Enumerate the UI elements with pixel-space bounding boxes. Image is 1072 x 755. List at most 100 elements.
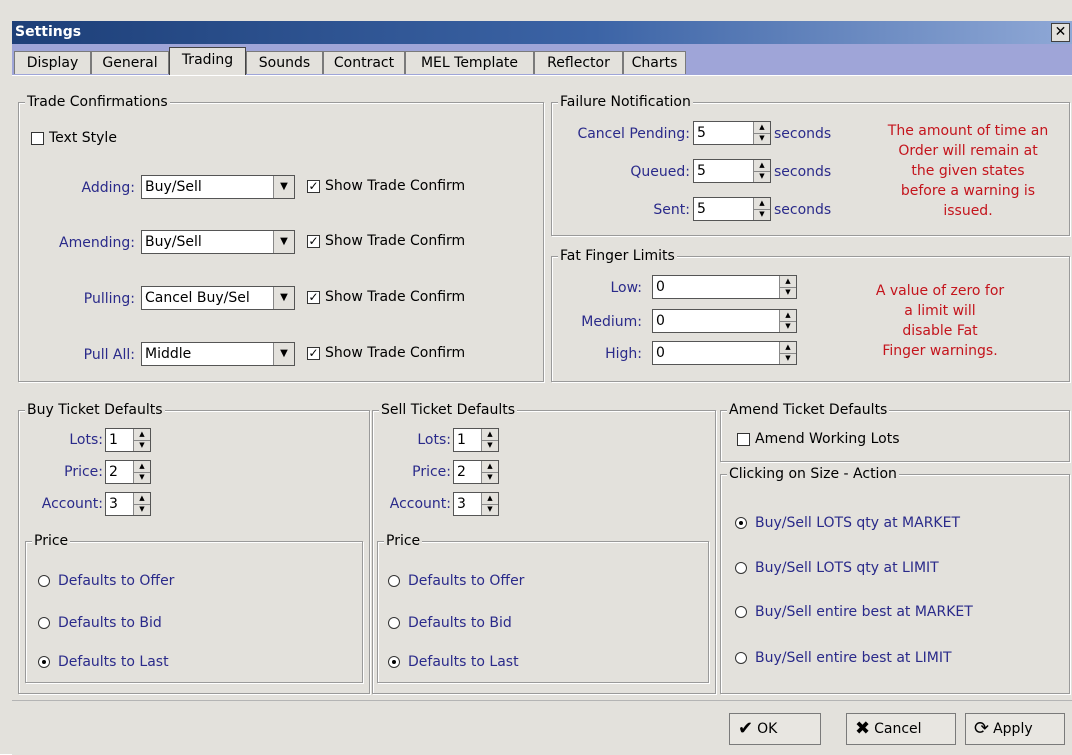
failure-note-line: Order will remain at: [898, 143, 1038, 159]
low-spinner[interactable]: 0 ▲ ▼: [652, 275, 797, 299]
sell-account-label: Account:: [389, 496, 451, 512]
tab-contract[interactable]: Contract: [323, 51, 405, 74]
apply-button[interactable]: ⟳ Apply: [965, 713, 1065, 745]
amending-select-value: Buy/Sell: [145, 234, 202, 250]
tab-display[interactable]: Display: [14, 51, 91, 74]
tab-sounds[interactable]: Sounds: [246, 51, 323, 74]
chevron-down-icon: ▼: [273, 231, 294, 253]
spin-down-icon[interactable]: ▼: [134, 472, 150, 483]
buy-price-label: Price:: [64, 464, 103, 480]
spin-down-icon[interactable]: ▼: [482, 472, 498, 483]
cancel-pending-label: Cancel Pending:: [577, 126, 690, 142]
amending-label: Amending:: [59, 235, 135, 251]
sent-unit: seconds: [774, 202, 832, 218]
amending-select[interactable]: Buy/Sell ▼: [141, 230, 295, 254]
spin-down-icon[interactable]: ▼: [754, 171, 770, 182]
buy-defaults-bid-radio[interactable]: [38, 617, 50, 629]
trading-tab-content: Trade Confirmations Text Style Adding: B…: [12, 75, 1072, 701]
ok-label: OK: [757, 721, 778, 737]
spin-down-icon[interactable]: ▼: [482, 504, 498, 515]
tab-reflector[interactable]: Reflector: [534, 51, 623, 74]
sell-price-spinner[interactable]: 2 ▲ ▼: [453, 460, 499, 484]
text-style-checkbox[interactable]: [31, 132, 44, 145]
buy-defaults-offer-label: Defaults to Offer: [58, 573, 175, 589]
pulling-select[interactable]: Cancel Buy/Sel ▼: [141, 286, 295, 310]
spin-down-icon[interactable]: ▼: [780, 321, 796, 332]
buy-defaults-offer-radio[interactable]: [38, 575, 50, 587]
spin-down-icon[interactable]: ▼: [780, 287, 796, 298]
check-icon: ✔: [738, 718, 754, 739]
adding-confirm-checkbox[interactable]: ✓: [307, 180, 320, 193]
buy-lots-spinner[interactable]: 1 ▲ ▼: [105, 428, 151, 452]
sell-account-value: 3: [457, 496, 466, 512]
apply-label: Apply: [993, 721, 1033, 737]
amend-ticket-title: Amend Ticket Defaults: [727, 402, 890, 418]
clicking-size-title: Clicking on Size - Action: [727, 466, 899, 482]
tab-mel-template[interactable]: MEL Template: [405, 51, 534, 74]
cancel-label: Cancel: [874, 721, 922, 737]
cancel-pending-value: 5: [697, 125, 706, 141]
sent-spinner[interactable]: 5 ▲ ▼: [693, 197, 771, 221]
spin-down-icon[interactable]: ▼: [754, 133, 770, 144]
cancel-pending-spinner[interactable]: 5 ▲ ▼: [693, 121, 771, 145]
fat-finger-note-line: Finger warnings.: [882, 343, 998, 359]
queued-label: Queued:: [630, 164, 690, 180]
medium-value: 0: [656, 313, 665, 329]
sell-defaults-offer-radio[interactable]: [388, 575, 400, 587]
fat-finger-group: Fat Finger Limits Low: 0 ▲ ▼ Medium: 0 ▲ ▼ H…: [551, 248, 1070, 382]
chevron-down-icon: ▼: [273, 176, 294, 198]
amend-working-lots-label: Amend Working Lots: [755, 431, 900, 447]
buy-price-group-title: Price: [32, 533, 71, 549]
sell-lots-spinner[interactable]: 1 ▲ ▼: [453, 428, 499, 452]
pull-all-select-value: Middle: [145, 346, 192, 362]
fat-finger-note: A value of zero for a limit will disable…: [840, 281, 1040, 361]
amend-working-lots-checkbox[interactable]: [737, 433, 750, 446]
buy-account-spinner[interactable]: 3 ▲ ▼: [105, 492, 151, 516]
buy-defaults-last-label: Defaults to Last: [58, 654, 169, 670]
best-market-radio[interactable]: [735, 606, 747, 618]
pull-all-label: Pull All:: [83, 347, 135, 363]
failure-note-line: before a warning is: [900, 183, 1036, 199]
tab-general[interactable]: General: [91, 51, 169, 74]
pull-all-select[interactable]: Middle ▼: [141, 342, 295, 366]
sell-defaults-last-radio[interactable]: [388, 656, 400, 668]
spin-down-icon[interactable]: ▼: [134, 504, 150, 515]
sell-price-group: Price Defaults to Offer Defaults to Bid …: [377, 533, 709, 683]
ok-button[interactable]: ✔ OK: [729, 713, 821, 745]
best-limit-radio[interactable]: [735, 652, 747, 664]
buy-ticket-group: Buy Ticket Defaults Lots: 1 ▲ ▼ Price: 2 ▲ ▼…: [18, 402, 370, 694]
spin-down-icon[interactable]: ▼: [482, 440, 498, 451]
spin-down-icon[interactable]: ▼: [754, 209, 770, 220]
amending-confirm-checkbox[interactable]: ✓: [307, 235, 320, 248]
title-bar[interactable]: Settings ✕: [12, 21, 1072, 44]
pulling-label: Pulling:: [83, 291, 135, 307]
sell-defaults-bid-radio[interactable]: [388, 617, 400, 629]
lots-limit-radio[interactable]: [735, 562, 747, 574]
close-button[interactable]: ✕: [1051, 23, 1070, 42]
high-spinner[interactable]: 0 ▲ ▼: [652, 341, 797, 365]
window-title: Settings: [15, 24, 82, 40]
pulling-confirm-checkbox[interactable]: ✓: [307, 291, 320, 304]
buy-defaults-last-radio[interactable]: [38, 656, 50, 668]
lots-market-radio[interactable]: [735, 517, 747, 529]
sell-account-spinner[interactable]: 3 ▲ ▼: [453, 492, 499, 516]
refresh-icon: ⟳: [974, 718, 990, 739]
medium-spinner[interactable]: 0 ▲ ▼: [652, 309, 797, 333]
spin-down-icon[interactable]: ▼: [134, 440, 150, 451]
queued-spinner[interactable]: 5 ▲ ▼: [693, 159, 771, 183]
spin-down-icon[interactable]: ▼: [780, 353, 796, 364]
sell-price-label: Price:: [412, 464, 451, 480]
buy-ticket-title: Buy Ticket Defaults: [25, 402, 165, 418]
sent-value: 5: [697, 201, 706, 217]
high-value: 0: [656, 345, 665, 361]
tab-trading[interactable]: Trading: [169, 47, 246, 75]
adding-select[interactable]: Buy/Sell ▼: [141, 175, 295, 199]
pull-all-confirm-checkbox[interactable]: ✓: [307, 347, 320, 360]
buy-price-spinner[interactable]: 2 ▲ ▼: [105, 460, 151, 484]
tab-strip: Display General Trading Sounds Contract …: [12, 44, 1072, 75]
cancel-pending-unit: seconds: [774, 126, 832, 142]
fat-finger-note-line: disable Fat: [902, 323, 978, 339]
pull-all-confirm-label: Show Trade Confirm: [325, 345, 466, 361]
tab-charts[interactable]: Charts: [623, 51, 686, 74]
cancel-button[interactable]: ✖ Cancel: [846, 713, 956, 745]
